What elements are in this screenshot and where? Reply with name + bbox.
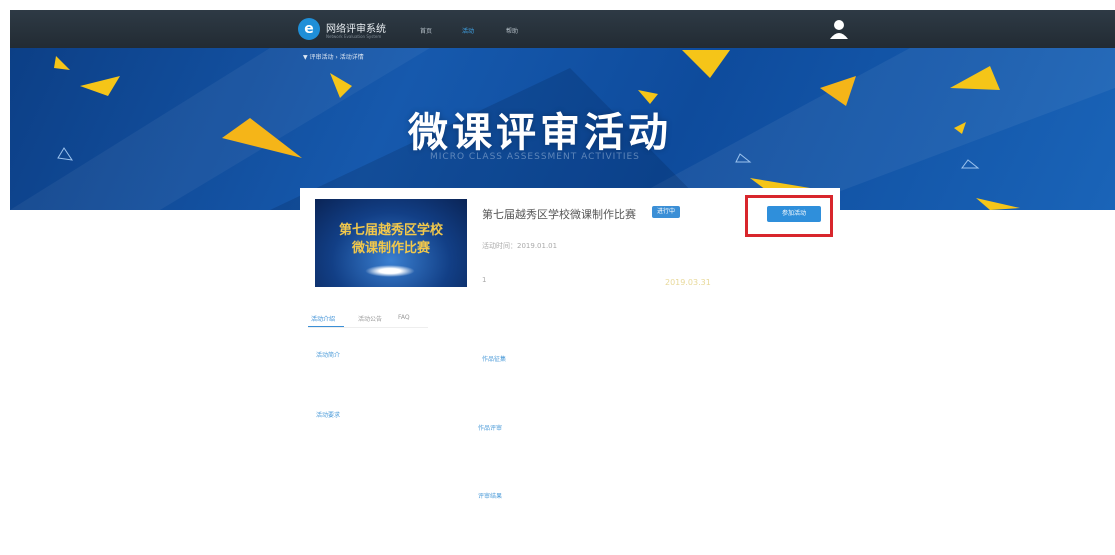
nav-item-help[interactable]: 帮助 bbox=[506, 26, 518, 35]
banner-subtitle: MICRO CLASS ASSESSMENT ACTIVITIES bbox=[430, 152, 640, 162]
tab-announcement[interactable]: 活动公告 bbox=[358, 314, 382, 323]
link-work-review[interactable]: 作品评审 bbox=[478, 423, 502, 432]
link-activity-intro[interactable]: 活动简介 bbox=[316, 350, 340, 359]
active-tab-underline bbox=[308, 326, 344, 327]
banner-title: 微课评审活动 bbox=[408, 109, 672, 156]
tab-divider bbox=[308, 327, 428, 328]
thumbnail-line-2: 微课制作比赛 bbox=[351, 241, 430, 256]
link-work-collection[interactable]: 作品征集 bbox=[482, 354, 506, 363]
tab-introduction[interactable]: 活动介绍 bbox=[311, 314, 335, 323]
contest-thumbnail[interactable]: 第七届越秀区学校 微课制作比赛 bbox=[315, 199, 467, 287]
status-badge: 进行中 bbox=[652, 206, 681, 218]
thumbnail-glow bbox=[365, 265, 415, 277]
app-title[interactable]: 网络评审系统 bbox=[326, 20, 386, 35]
breadcrumb[interactable]: ▼ 评审活动 › 活动详情 bbox=[303, 52, 364, 61]
top-navigation-bar: e 网络评审系统 Network Evaluation System 首页 活动… bbox=[10, 10, 1115, 48]
join-activity-button[interactable]: 参加活动 bbox=[767, 206, 821, 222]
link-review-results[interactable]: 评审结果 bbox=[478, 491, 502, 500]
app-subtitle: Network Evaluation System bbox=[326, 34, 382, 39]
thumbnail-line-1: 第七届越秀区学校 bbox=[338, 223, 443, 238]
contest-meta: 1 bbox=[482, 276, 487, 284]
app-logo-icon[interactable]: e bbox=[298, 18, 320, 40]
user-avatar-icon[interactable] bbox=[830, 19, 848, 39]
contest-title: 第七届越秀区学校微课制作比赛 bbox=[482, 208, 636, 221]
activity-banner: ▼ 评审活动 › 活动详情 微课评审活动 MICRO CLASS ASSESSM… bbox=[10, 48, 1115, 210]
nav-item-home[interactable]: 首页 bbox=[420, 26, 432, 35]
contest-time: 活动时间：2019.01.01 bbox=[482, 242, 558, 250]
link-activity-requirements[interactable]: 活动要求 bbox=[316, 410, 340, 419]
contest-date: 2019.03.31 bbox=[665, 278, 711, 287]
tab-faq[interactable]: FAQ bbox=[398, 314, 410, 321]
nav-item-activity[interactable]: 活动 bbox=[462, 26, 474, 35]
